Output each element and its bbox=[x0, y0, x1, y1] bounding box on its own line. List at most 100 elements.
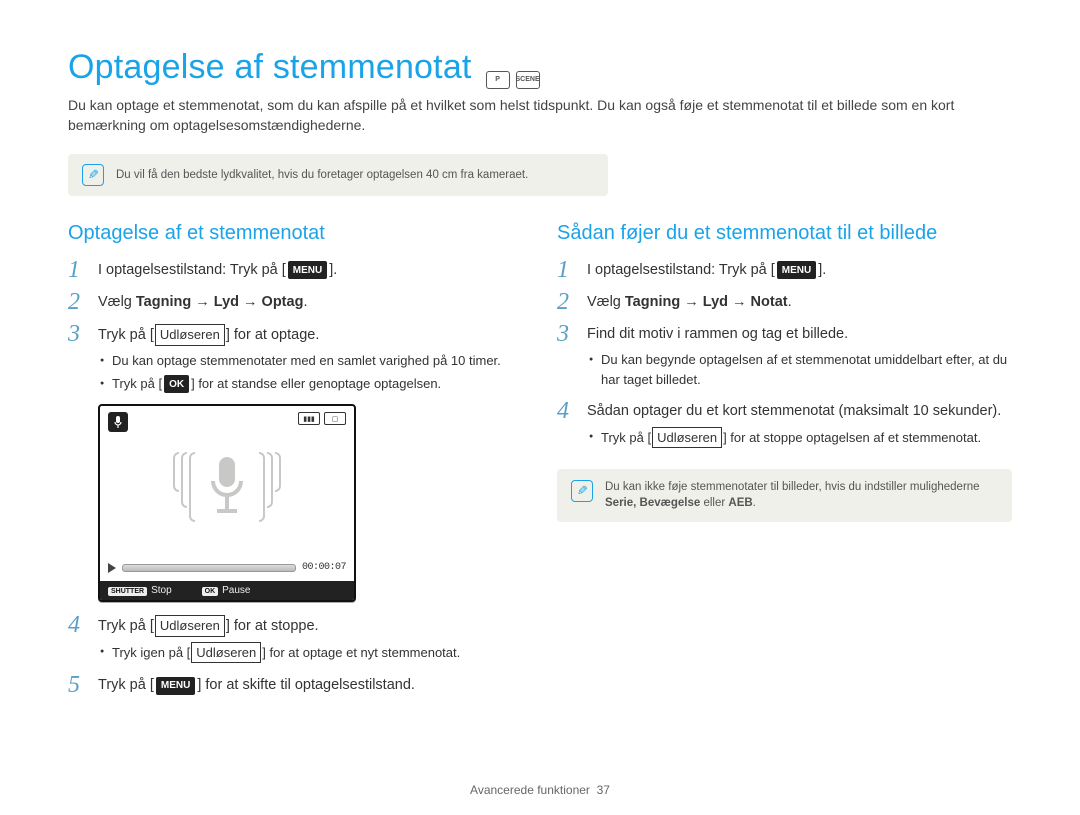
battery-icon: ▮▮▮ bbox=[298, 412, 320, 425]
center-mic bbox=[173, 452, 281, 522]
sub-bullets: Tryk igen på [Udløseren] for at optage e… bbox=[98, 642, 460, 664]
progress-row: 00:00:07 bbox=[100, 556, 354, 581]
page-number: 37 bbox=[597, 783, 610, 797]
mode-icons: P SCENE bbox=[486, 71, 540, 89]
text: Vælg bbox=[98, 294, 136, 310]
note-text: Du kan ikke føje stemmenotater til bille… bbox=[605, 479, 980, 511]
text: Tryk på [ bbox=[98, 677, 154, 693]
step-body: I optagelsestilstand: Tryk på [MENU]. bbox=[587, 257, 826, 282]
sub-bullets: Du kan begynde optagelsen af et stemmeno… bbox=[587, 350, 1012, 389]
screen-top: ▮▮▮ ▢ bbox=[100, 406, 354, 556]
left-step-2: 2 Vælg Tagning → Lyd → Optag. bbox=[68, 289, 523, 315]
text: Tryk på [ bbox=[601, 430, 651, 445]
text: Tryk på [ bbox=[112, 376, 162, 391]
shutter-box: Udløseren bbox=[155, 615, 225, 637]
step-number: 3 bbox=[68, 321, 88, 347]
list-item: Tryk igen på [Udløseren] for at optage e… bbox=[98, 642, 460, 664]
text: eller bbox=[703, 497, 728, 509]
col-right: Sådan føjer du et stemmenotat til et bil… bbox=[557, 222, 1012, 705]
menu-badge: MENU bbox=[777, 261, 816, 279]
text: ] for at optage et nyt stemmenotat. bbox=[262, 645, 460, 660]
text: ]. bbox=[329, 262, 337, 278]
text: Tryk på [ bbox=[98, 327, 154, 343]
bottom-left: SHUTTERStop bbox=[108, 585, 172, 596]
text: ] for at stoppe optagelsen af et stemmen… bbox=[723, 430, 981, 445]
text: ] for at skifte til optagelsestilstand. bbox=[197, 677, 415, 693]
ok-key-icon: OK bbox=[202, 587, 219, 596]
card-icon: ▢ bbox=[324, 412, 346, 425]
step-body: Tryk på [Udløseren] for at stoppe. Tryk … bbox=[98, 612, 460, 666]
right-step-2: 2 Vælg Tagning → Lyd → Notat. bbox=[557, 289, 1012, 315]
step-number: 5 bbox=[68, 672, 88, 698]
bottom-right: OKPause bbox=[202, 585, 251, 596]
step-number: 4 bbox=[68, 612, 88, 638]
text: Find dit motiv i rammen og tag et billed… bbox=[587, 326, 848, 342]
text: I optagelsestilstand: Tryk på [ bbox=[98, 262, 286, 278]
menu-badge: MENU bbox=[288, 261, 327, 279]
list-item: Du kan begynde optagelsen af et stemmeno… bbox=[587, 350, 1012, 389]
bold-path: Tagning → Lyd → Optag bbox=[136, 294, 304, 310]
note-box-top: Du vil få den bedste lydkvalitet, hvis d… bbox=[68, 154, 608, 196]
intro-text: Du kan optage et stemmenotat, som du kan… bbox=[68, 95, 1012, 136]
left-step-5: 5 Tryk på [MENU] for at skifte til optag… bbox=[68, 672, 523, 698]
step-number: 3 bbox=[557, 321, 577, 347]
ok-badge: OK bbox=[164, 375, 189, 393]
screen-outer: ▮▮▮ ▢ 00:0 bbox=[98, 404, 356, 602]
text: I optagelsestilstand: Tryk på [ bbox=[587, 262, 775, 278]
footer-label: Avancerede funktioner bbox=[470, 783, 590, 797]
right-step-3: 3 Find dit motiv i rammen og tag et bill… bbox=[557, 321, 1012, 392]
list-item: Tryk på [OK] for at standse eller genopt… bbox=[98, 374, 501, 394]
step-body: Sådan optager du et kort stemmenotat (ma… bbox=[587, 398, 1001, 451]
note-icon bbox=[571, 480, 593, 502]
title-row: Optagelse af stemmenotat P SCENE bbox=[68, 48, 1012, 87]
shutter-box: Udløseren bbox=[155, 324, 225, 346]
text: Tryk igen på [ bbox=[112, 645, 190, 660]
step-number: 2 bbox=[557, 289, 577, 315]
bold-path: Tagning → Lyd → Notat bbox=[625, 294, 788, 310]
note-text: Du vil få den bedste lydkvalitet, hvis d… bbox=[116, 167, 528, 183]
text: ] for at optage. bbox=[226, 327, 320, 343]
list-item: Du kan optage stemmenotater med en samle… bbox=[98, 351, 501, 371]
step-body: Tryk på [Udløseren] for at optage. Du ka… bbox=[98, 321, 501, 396]
step-number: 2 bbox=[68, 289, 88, 315]
sound-waves-left-icon bbox=[173, 452, 195, 522]
right-heading: Sådan føjer du et stemmenotat til et bil… bbox=[557, 222, 1012, 245]
shutter-box: Udløseren bbox=[191, 642, 261, 664]
right-step-1: 1 I optagelsestilstand: Tryk på [MENU]. bbox=[557, 257, 1012, 283]
text: Vælg bbox=[587, 294, 625, 310]
page: Optagelse af stemmenotat P SCENE Du kan … bbox=[0, 0, 1080, 815]
step-body: Vælg Tagning → Lyd → Optag. bbox=[98, 289, 307, 314]
step-body: Tryk på [MENU] for at skifte til optagel… bbox=[98, 672, 415, 697]
top-right-indicators: ▮▮▮ ▢ bbox=[298, 412, 346, 425]
progress-bar bbox=[122, 564, 296, 572]
sound-waves-right-icon bbox=[259, 452, 281, 522]
step-number: 1 bbox=[557, 257, 577, 283]
step-number: 4 bbox=[557, 398, 577, 424]
bold-text: AEB bbox=[728, 497, 752, 509]
text: ]. bbox=[818, 262, 826, 278]
note-box-right: Du kan ikke føje stemmenotater til bille… bbox=[557, 469, 1012, 521]
text: Du kan ikke føje stemmenotater til bille… bbox=[605, 481, 980, 493]
text: ] for at stoppe. bbox=[226, 618, 319, 634]
list-item: Tryk på [Udløseren] for at stoppe optage… bbox=[587, 427, 1001, 449]
note-icon bbox=[82, 164, 104, 186]
text: . bbox=[788, 294, 792, 310]
columns: Optagelse af et stemmenotat 1 I optagels… bbox=[68, 222, 1012, 705]
left-step-1: 1 I optagelsestilstand: Tryk på [MENU]. bbox=[68, 257, 523, 283]
footer: Avancerede funktioner 37 bbox=[0, 783, 1080, 797]
shutter-box: Udløseren bbox=[652, 427, 722, 449]
text: Sådan optager du et kort stemmenotat (ma… bbox=[587, 403, 1001, 419]
camera-screen-illustration: ▮▮▮ ▢ 00:0 bbox=[98, 404, 356, 602]
text: ] for at standse eller genoptage optagel… bbox=[191, 376, 441, 391]
menu-badge: MENU bbox=[156, 677, 195, 695]
mode-scene-icon: SCENE bbox=[516, 71, 540, 89]
play-icon bbox=[108, 563, 116, 573]
step-number: 1 bbox=[68, 257, 88, 283]
step-body: Find dit motiv i rammen og tag et billed… bbox=[587, 321, 1012, 392]
left-heading: Optagelse af et stemmenotat bbox=[68, 222, 523, 245]
left-step-4: 4 Tryk på [Udløseren] for at stoppe. Try… bbox=[68, 612, 523, 666]
timestamp: 00:00:07 bbox=[302, 562, 346, 573]
label: Stop bbox=[151, 585, 172, 596]
step-body: I optagelsestilstand: Tryk på [MENU]. bbox=[98, 257, 337, 282]
microphone-icon bbox=[203, 453, 251, 522]
